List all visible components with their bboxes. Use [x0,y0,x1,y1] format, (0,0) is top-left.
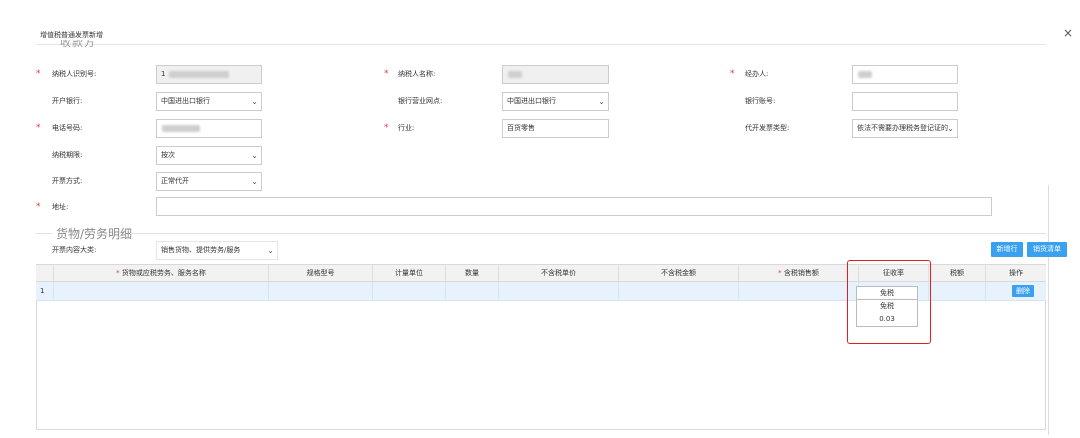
section-divider [130,233,1046,234]
issue-method-select[interactable]: 正常代开 ⌄ [156,172,262,191]
redacted-value [162,125,200,132]
header-cell: 不含税单价 [499,265,619,283]
annotation-highlight [847,260,931,344]
delete-button[interactable]: 删除 [1012,285,1034,297]
header-cell: 规格型号 [269,265,373,283]
add-row-button[interactable]: 新增行 [991,242,1023,257]
redacted-value [169,71,229,78]
chevron-down-icon: ⌄ [267,246,274,255]
tax-period-select[interactable]: 按次 ⌄ [156,146,262,165]
chevron-down-icon: ⌄ [598,97,605,106]
sales-amount-cell[interactable] [739,282,859,301]
required-mark: * [36,202,41,212]
redacted-value [508,71,522,78]
header-cell: 税额 [929,265,986,283]
section-divider [36,233,52,234]
required-mark: * [730,69,735,79]
row-index: 1 [36,282,54,301]
address-field[interactable] [156,197,992,216]
address-label: 地址: [52,203,69,211]
chevron-down-icon: ⌄ [947,124,954,133]
issue-method-label: 开票方式: [52,177,83,185]
import-list-button[interactable]: 销货清单 [1027,242,1067,257]
required-mark: * [36,69,41,79]
category-select[interactable]: 销售货物、提供劳务/服务 ⌄ [156,241,278,260]
handler-field[interactable] [852,65,958,84]
payee-legend: 收款方 [60,40,96,48]
taxpayer-name-field[interactable] [502,65,609,84]
handler-label: 经办人: [745,70,769,78]
header-cell: 不含税金额 [619,265,739,283]
taxpayer-name-label: 纳税人名称: [398,70,436,78]
account-field[interactable] [852,92,958,111]
taxpayer-id-label: 纳税人识别号: [52,70,97,78]
chevron-down-icon: ⌄ [251,97,258,106]
amount-cell[interactable] [619,282,739,301]
required-mark: * [36,123,41,133]
header-cell: 计量单位 [373,265,446,283]
bank-select[interactable]: 中国进出口银行 ⌄ [156,92,262,111]
unit-cell[interactable] [373,282,446,301]
header-cell: 操作 [1009,269,1023,277]
category-label: 开票内容大类: [52,246,97,254]
panel-border [1048,185,1049,435]
header-divider [36,44,1046,45]
spec-cell[interactable] [269,282,373,301]
required-mark: * [384,69,389,79]
unit-price-cell[interactable] [499,282,619,301]
chevron-down-icon: ⌄ [251,177,258,186]
goods-section-title: 货物/劳务明细 [56,227,133,241]
header-cell: * 货物或应税劳务、服务名称 [54,265,269,283]
branch-label: 银行营业网点: [398,97,443,105]
phone-label: 电话号码: [52,124,83,132]
tax-cell[interactable] [929,282,986,301]
branch-select[interactable]: 中国进出口银行 ⌄ [502,92,609,111]
header-cell-index [36,265,54,283]
taxpayer-id-field[interactable]: 1 [156,65,262,84]
dialog-title: 增值税普通发票新增 [40,31,103,39]
tax-period-label: 纳税期限: [52,151,83,159]
bank-label: 开户银行: [52,97,83,105]
invoice-type-label: 代开发票类型: [745,124,790,132]
redacted-value [858,71,872,78]
name-cell[interactable] [54,282,269,301]
phone-field[interactable] [156,119,262,138]
quantity-cell[interactable] [446,282,499,301]
header-cell: 数量 [446,265,499,283]
required-mark: * [384,123,389,133]
action-cell: 删除 [986,282,1046,301]
header-cell: * 含税销售额 [739,265,859,283]
industry-label: 行业: [398,124,415,132]
chevron-down-icon: ⌄ [251,151,258,160]
account-label: 银行账号: [745,97,776,105]
industry-field[interactable]: 百货零售 [502,119,609,138]
invoice-type-select[interactable]: 依法不需要办理税务登记证的 ⌄ [852,119,958,138]
close-icon[interactable]: × [1063,27,1073,39]
